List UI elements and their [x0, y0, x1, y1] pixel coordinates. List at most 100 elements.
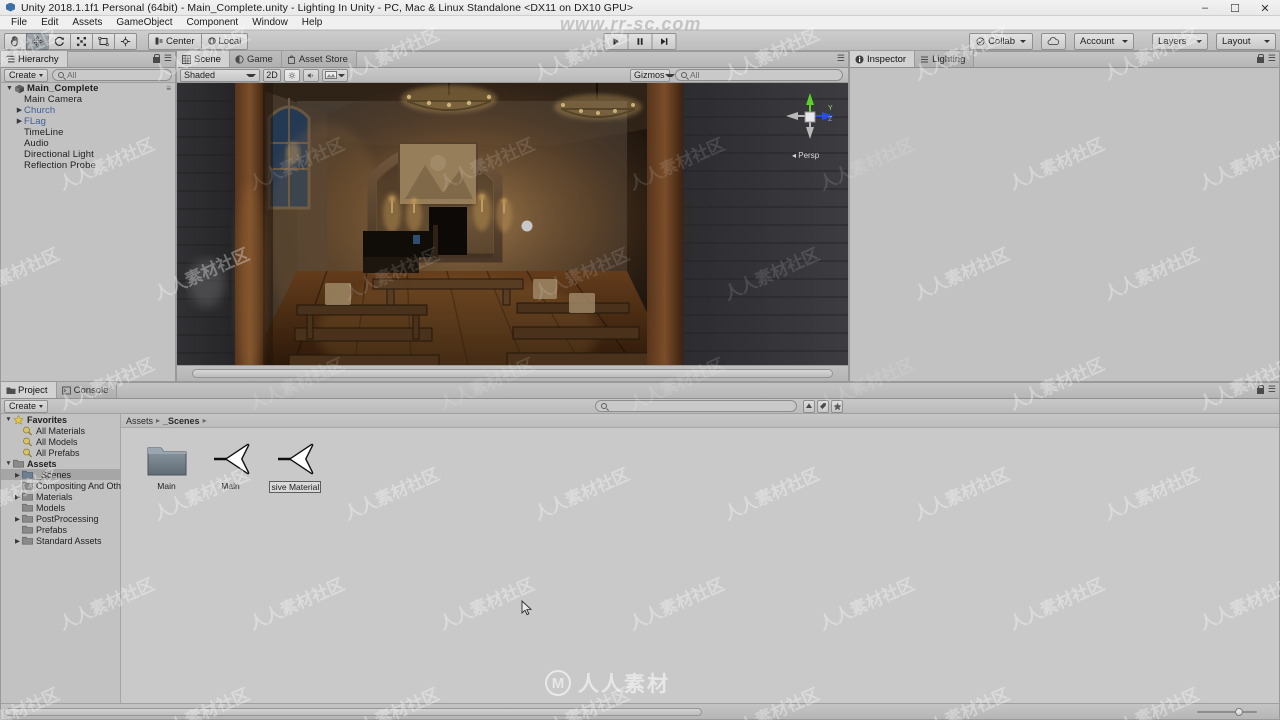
project-create-button[interactable]: Create	[4, 399, 49, 413]
chevron-right-icon[interactable]: ▶	[13, 537, 22, 545]
close-button[interactable]: ✕	[1250, 0, 1280, 16]
cloud-button[interactable]	[1041, 32, 1066, 50]
scene-context-menu-icon[interactable]: ≡	[166, 84, 171, 93]
account-button[interactable]: Account	[1074, 32, 1134, 50]
tab-inspector[interactable]: Inspector	[850, 51, 916, 67]
project-tree-item-favorites[interactable]: ▼ Favorites	[1, 414, 120, 425]
scene-orientation-gizmo[interactable]: Y Z ◂ Persp	[784, 91, 836, 160]
hierarchy-item-flag[interactable]: ▶ FLag	[1, 116, 175, 127]
scene-search-input[interactable]: All	[675, 69, 843, 81]
slider-knob[interactable]	[1235, 708, 1243, 716]
scene-effects-dropdown[interactable]	[322, 68, 348, 82]
rotate-tool-button[interactable]	[48, 32, 71, 50]
chevron-down-icon[interactable]: ▼	[4, 460, 13, 467]
search-by-label-button[interactable]	[817, 399, 829, 413]
chevron-right-icon[interactable]: ▶	[15, 116, 24, 127]
project-search-input[interactable]	[595, 400, 797, 412]
scene-viewport[interactable]: Y Z ◂ Persp	[177, 83, 848, 381]
project-horizontal-scrollbar[interactable]	[4, 707, 702, 716]
menu-help[interactable]: Help	[295, 16, 330, 30]
menu-window[interactable]: Window	[245, 16, 295, 30]
move-tool-button[interactable]	[26, 32, 49, 50]
project-tree-item--scenes[interactable]: ▶ _Scenes	[1, 469, 120, 480]
asset-item[interactable]: Main	[207, 440, 254, 493]
hierarchy-create-button[interactable]: Create	[4, 68, 49, 82]
rect-tool-button[interactable]	[92, 32, 115, 50]
hierarchy-item-main-complete[interactable]: ▼ Main_Complete ≡	[1, 83, 175, 94]
scene-audio-toggle[interactable]	[303, 68, 319, 82]
save-search-button[interactable]	[831, 399, 843, 413]
menu-edit[interactable]: Edit	[34, 16, 65, 30]
layout-dropdown[interactable]: Layout	[1216, 32, 1276, 50]
hierarchy-item-audio[interactable]: ▶Audio	[1, 138, 175, 149]
draw-mode-dropdown[interactable]: Shaded	[180, 68, 260, 82]
breadcrumb-item-assets[interactable]: Assets	[126, 416, 153, 426]
asset-item[interactable]: Main	[143, 440, 190, 493]
chevron-down-icon[interactable]: ▼	[4, 416, 13, 423]
project-folder-tree[interactable]: ▼Favorites▶All Materials▶All Models▶All …	[1, 414, 129, 719]
2d-toggle-button[interactable]: 2D	[263, 68, 281, 82]
tab-project[interactable]: Project	[1, 382, 57, 398]
collab-button[interactable]: Collab	[969, 32, 1033, 50]
hierarchy-search-input[interactable]: All	[52, 69, 172, 81]
scale-tool-button[interactable]	[70, 32, 93, 50]
scene-lighting-toggle[interactable]	[284, 68, 300, 82]
project-tree-item-materials[interactable]: ▶ Materials	[1, 491, 120, 502]
menu-file[interactable]: File	[4, 16, 34, 30]
project-tree-item-all-prefabs[interactable]: ▶All Prefabs	[1, 447, 120, 458]
asset-grid[interactable]: Main Main sive Material	[121, 428, 1279, 493]
tab-asset-store[interactable]: Asset Store	[281, 51, 357, 67]
breadcrumb[interactable]: Assets ▸ _Scenes ▸	[121, 414, 1279, 428]
search-by-type-button[interactable]	[803, 399, 815, 413]
pivot-mode-button[interactable]: Center	[148, 32, 202, 50]
chevron-right-icon[interactable]: ▶	[13, 471, 22, 479]
menu-assets[interactable]: Assets	[65, 16, 109, 30]
handle-space-button[interactable]: Local	[200, 32, 249, 50]
chevron-down-icon[interactable]: ▼	[5, 83, 14, 94]
menu-gameobject[interactable]: GameObject	[109, 16, 179, 30]
tab-game[interactable]: Game	[229, 51, 282, 67]
hand-tool-button[interactable]	[4, 32, 27, 50]
panel-menu-icon[interactable]: ☰	[1268, 385, 1276, 394]
scrollbar-thumb[interactable]	[192, 369, 833, 378]
lock-icon[interactable]	[1256, 385, 1265, 394]
chevron-right-icon[interactable]: ▶	[15, 105, 24, 116]
transform-tool-button[interactable]	[114, 32, 137, 50]
tab-scene[interactable]: Scene	[177, 51, 230, 67]
scene-horizontal-scrollbar[interactable]	[177, 365, 848, 381]
chevron-right-icon[interactable]: ▶	[13, 515, 22, 523]
asset-rename-input[interactable]: sive Material	[268, 481, 321, 493]
project-tree-item-standard-assets[interactable]: ▶ Standard Assets	[1, 535, 120, 546]
project-tree-item-postprocessing[interactable]: ▶ PostProcessing	[1, 513, 120, 524]
lock-icon[interactable]	[1256, 54, 1265, 63]
project-tree-item-all-materials[interactable]: ▶All Materials	[1, 425, 120, 436]
pause-button[interactable]	[627, 32, 653, 50]
play-button[interactable]	[603, 32, 629, 50]
maximize-button[interactable]: ☐	[1220, 0, 1250, 16]
breadcrumb-item--scenes[interactable]: _Scenes	[163, 416, 200, 426]
panel-menu-icon[interactable]: ☰	[164, 54, 172, 63]
menu-component[interactable]: Component	[180, 16, 246, 30]
project-tree-item-prefabs[interactable]: ▶Prefabs	[1, 524, 120, 535]
panel-menu-icon[interactable]: ☰	[1268, 54, 1276, 63]
tab-lighting[interactable]: Lighting	[915, 51, 975, 67]
project-tree-item-compositing-and-other[interactable]: ▶Compositing And Other	[1, 480, 129, 491]
hierarchy-item-main-camera[interactable]: ▶Main Camera	[1, 94, 175, 105]
hierarchy-item-timeline[interactable]: ▶TimeLine	[1, 127, 175, 138]
layers-dropdown[interactable]: Layers	[1152, 32, 1208, 50]
project-tree-item-assets[interactable]: ▼ Assets	[1, 458, 120, 469]
asset-zoom-slider[interactable]	[1197, 708, 1257, 716]
panel-menu-icon[interactable]: ☰	[837, 54, 845, 63]
hierarchy-item-directional-light[interactable]: ▶Directional Light	[1, 149, 175, 160]
project-asset-browser[interactable]: Assets ▸ _Scenes ▸ Main Main sive Material	[121, 414, 1279, 719]
project-tree-item-all-models[interactable]: ▶All Models	[1, 436, 120, 447]
chevron-right-icon[interactable]: ▶	[13, 493, 22, 501]
tab-hierarchy[interactable]: Hierarchy	[1, 51, 68, 67]
projection-mode-label[interactable]: ◂ Persp	[792, 151, 819, 160]
minimize-button[interactable]: –	[1190, 0, 1220, 16]
hierarchy-tree[interactable]: ▼Main_Complete≡▶Main Camera▶Church▶FLag▶…	[1, 83, 175, 381]
hierarchy-item-church[interactable]: ▶ Church	[1, 105, 175, 116]
tab-console[interactable]: Console	[56, 382, 118, 398]
asset-item[interactable]: sive Material	[268, 440, 321, 493]
lock-icon[interactable]	[152, 54, 161, 63]
